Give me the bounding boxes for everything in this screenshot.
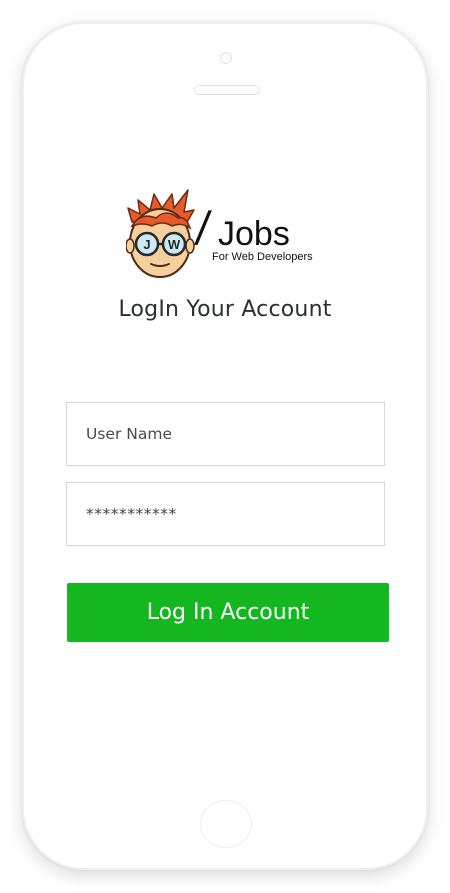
page-title: LogIn Your Account [118,297,332,322]
boy-with-glasses-mascot-icon: J W [126,189,195,278]
mascot-lens-left-letter: J [143,237,150,252]
login-button[interactable]: Log In Account [67,583,389,642]
logo-tagline: For Web Developers [212,251,313,263]
logo-slash: / [193,202,213,251]
earpiece-speaker [194,85,260,95]
mascot-lens-right-letter: W [168,237,181,252]
front-camera [220,52,232,64]
username-input[interactable] [66,402,385,466]
logo-wordmark: Jobs [218,215,290,253]
password-input[interactable] [66,482,385,546]
brand-logo: J W / Jobs For Web Developers [126,188,326,283]
home-button[interactable] [200,800,252,848]
